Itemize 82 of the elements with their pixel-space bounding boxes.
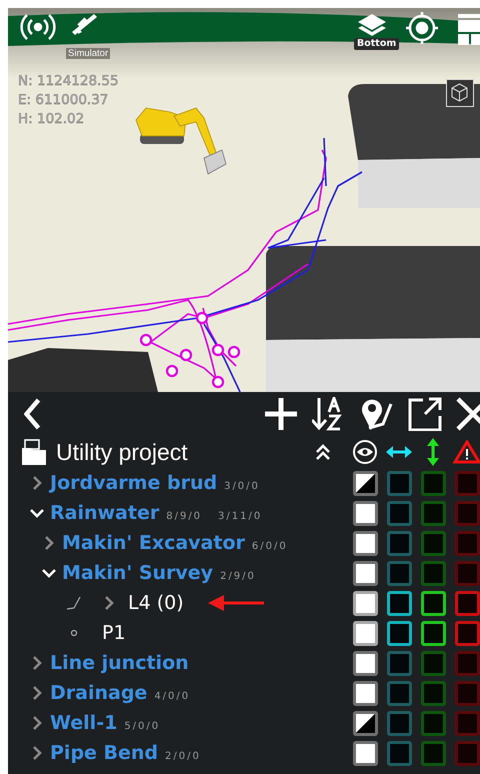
horizontal-toggle[interactable] <box>386 650 412 676</box>
vertical-toggle[interactable] <box>420 680 446 706</box>
point-icon <box>70 629 78 637</box>
vertical-toggle[interactable] <box>420 710 446 736</box>
warning-toggle[interactable] <box>454 590 480 616</box>
horizontal-arrows-icon[interactable] <box>386 445 412 459</box>
warning-toggle[interactable] <box>454 650 480 676</box>
warning-toggle[interactable] <box>454 560 480 586</box>
feature-count: 2/9/0 <box>220 570 256 582</box>
visibility-checkbox[interactable] <box>352 500 378 526</box>
warning-toggle[interactable] <box>454 680 480 706</box>
vertical-arrows-icon[interactable] <box>426 438 440 466</box>
view-cube-button[interactable] <box>446 79 474 107</box>
layer-name[interactable]: Drainage <box>50 682 148 704</box>
vertical-toggle[interactable] <box>420 620 446 646</box>
vertical-toggle[interactable] <box>420 530 446 556</box>
collapse-all-icon[interactable] <box>315 443 331 461</box>
horizontal-toggle[interactable] <box>386 470 412 496</box>
feature-count: 3/11/0 <box>218 510 262 522</box>
layer-name[interactable]: Jordvarme brud <box>50 472 218 494</box>
visibility-checkbox[interactable] <box>352 530 378 556</box>
coordinate-text: E: 611000.37 <box>18 91 110 109</box>
coordinate-text: H: 102.02 <box>18 110 86 128</box>
horizontal-toggle[interactable] <box>386 530 412 556</box>
satellite-icon[interactable] <box>72 14 97 35</box>
feature-count: 2/0/0 <box>165 750 201 762</box>
vertical-toggle[interactable] <box>420 560 446 586</box>
horizontal-toggle[interactable] <box>386 710 412 736</box>
layer-name[interactable]: L4 (0) <box>128 592 184 614</box>
horizontal-toggle[interactable] <box>386 740 412 766</box>
visibility-checkbox[interactable] <box>352 590 378 616</box>
visibility-checkbox[interactable] <box>352 680 378 706</box>
vertical-toggle[interactable] <box>420 470 446 496</box>
horizontal-toggle[interactable] <box>386 560 412 586</box>
feature-count: 6/0/0 <box>252 540 288 552</box>
warning-toggle[interactable] <box>454 620 480 646</box>
horizontal-toggle[interactable] <box>386 680 412 706</box>
feature-count: 4/0/0 <box>154 690 190 702</box>
feature-count: 5/0/0 <box>124 720 160 732</box>
layer-name[interactable]: Line junction <box>50 652 189 674</box>
coordinate-text: N: 1124128.55 <box>18 72 119 90</box>
horizontal-toggle[interactable] <box>386 500 412 526</box>
grid-icon[interactable] <box>458 14 480 45</box>
layers-icon[interactable] <box>358 14 386 36</box>
warning-toggle[interactable] <box>454 500 480 526</box>
vertical-toggle[interactable] <box>420 650 446 676</box>
broadcast-icon[interactable] <box>20 14 56 40</box>
gps-source-label: Simulator <box>66 48 110 59</box>
layer-name[interactable]: Well-1 <box>50 712 118 734</box>
visibility-checkbox[interactable] <box>352 470 378 496</box>
feature-count: 8/9/0 <box>166 510 202 522</box>
warning-toggle[interactable] <box>454 530 480 556</box>
project-title: Utility project <box>56 438 188 466</box>
warning-toggle[interactable] <box>454 740 480 766</box>
horizontal-toggle[interactable] <box>386 590 412 616</box>
layer-level-label: Bottom <box>354 38 400 50</box>
vertical-toggle[interactable] <box>420 500 446 526</box>
horizontal-toggle[interactable] <box>386 620 412 646</box>
vertical-toggle[interactable] <box>420 740 446 766</box>
eye-icon[interactable] <box>352 439 378 465</box>
close-icon <box>456 397 480 431</box>
folder-icon <box>22 439 46 465</box>
warning-toggle[interactable] <box>454 470 480 496</box>
export-icon <box>408 397 442 431</box>
visibility-checkbox[interactable] <box>352 650 378 676</box>
layer-name[interactable]: P1 <box>102 622 126 644</box>
warning-icon[interactable] <box>453 440 480 464</box>
layer-name[interactable]: Pipe Bend <box>50 742 158 764</box>
warning-toggle[interactable] <box>454 710 480 736</box>
visibility-checkbox[interactable] <box>352 620 378 646</box>
chevron-left-icon <box>24 398 40 430</box>
layer-name[interactable]: Makin' Excavator <box>62 532 245 554</box>
pin-edit-icon <box>360 397 394 431</box>
target-icon[interactable] <box>404 10 440 46</box>
visibility-checkbox[interactable] <box>352 740 378 766</box>
plus-icon <box>264 397 298 431</box>
feature-count: 3/0/0 <box>224 480 260 492</box>
layer-name[interactable]: Makin' Survey <box>62 562 214 584</box>
layer-name[interactable]: Rainwater <box>50 502 160 524</box>
visibility-checkbox[interactable] <box>352 560 378 586</box>
visibility-checkbox[interactable] <box>352 710 378 736</box>
vertical-toggle[interactable] <box>420 590 446 616</box>
